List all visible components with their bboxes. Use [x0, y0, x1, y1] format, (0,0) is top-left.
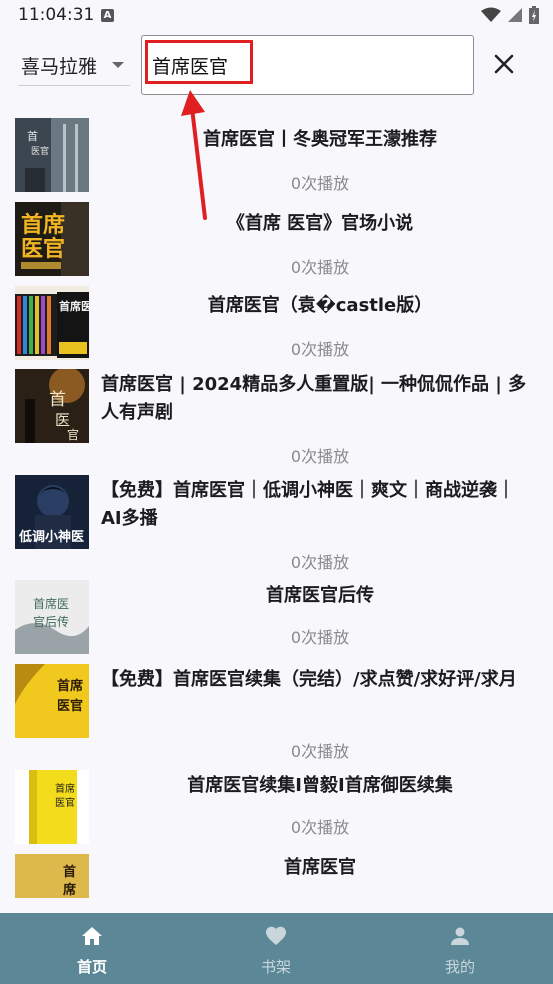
result-title: 首席医官后传	[266, 585, 374, 606]
search-header: 喜马拉雅 首席医官	[0, 30, 553, 100]
svg-text:首: 首	[27, 129, 38, 143]
svg-text:医官: 医官	[57, 698, 83, 714]
svg-text:首席: 首席	[21, 212, 65, 238]
result-title: 【免费】首席医官｜低调小神医｜爽文｜商战逆袭｜AI多播	[101, 480, 515, 529]
nav-mine[interactable]: 我的	[368, 913, 552, 984]
result-title: 《首席 医官》官场小说	[226, 213, 414, 234]
play-count: 0次播放	[290, 628, 350, 647]
book-cover-5: 低调小神医	[15, 475, 89, 549]
svg-text:医官: 医官	[31, 145, 49, 157]
nav-shelf-label: 书架	[260, 958, 291, 976]
result-title: 首席医官（袁�castle版）	[207, 295, 433, 316]
signal-icon	[508, 8, 522, 22]
svg-text:低调小神医: 低调小神医	[18, 529, 84, 545]
svg-text:首席: 首席	[55, 782, 75, 795]
svg-text:官后传: 官后传	[33, 614, 69, 629]
play-count: 0次播放	[290, 553, 350, 572]
nav-home[interactable]: 首页	[0, 913, 184, 984]
home-icon	[82, 927, 102, 945]
result-title: 【免费】首席医官续集（完结）/求点赞/求好评/求月	[101, 669, 517, 690]
close-icon[interactable]	[490, 50, 518, 78]
source-dropdown-value: 喜马拉雅	[21, 56, 98, 78]
book-cover-2: 首席 医官	[15, 202, 89, 276]
book-cover-3: 首席医官	[15, 286, 89, 360]
nav-home-label: 首页	[76, 958, 107, 976]
result-title: 首席医官 | 2024精品多人重置版| 一种侃侃作品 | 多人有声剧	[101, 374, 527, 423]
play-count: 0次播放	[290, 174, 350, 193]
search-query-text: 首席医官	[152, 56, 229, 78]
nav-shelf[interactable]: 书架	[184, 913, 368, 984]
heart-icon	[266, 926, 286, 945]
person-icon	[451, 927, 469, 945]
annotation-arrow-icon	[181, 90, 207, 220]
status-time: 11:04:31	[18, 5, 95, 25]
svg-text:席: 席	[63, 882, 76, 898]
accessibility-indicator-icon: A	[101, 9, 114, 22]
result-title: 首席医官续集I曾毅I首席御医续集	[187, 775, 453, 796]
svg-text:首席医: 首席医	[33, 596, 69, 611]
svg-text:首席医官: 首席医官	[59, 299, 89, 313]
bottom-navigation: 首页 书架 我的	[0, 913, 553, 984]
dropdown-arrow-icon	[112, 62, 124, 68]
source-dropdown[interactable]: 喜马拉雅	[18, 49, 130, 86]
play-count: 0次播放	[290, 742, 350, 761]
svg-text:首席: 首席	[57, 678, 83, 694]
book-cover-9: 首 席	[15, 854, 89, 898]
nav-mine-label: 我的	[444, 958, 475, 976]
battery-icon	[529, 6, 539, 24]
book-cover-8: 首席 医官	[15, 770, 89, 844]
result-title: 首席医官丨冬奥冠军王濛推荐	[203, 129, 437, 150]
book-cover-1: 首 医官	[15, 118, 89, 192]
result-title: 首席医官	[284, 857, 356, 878]
play-count: 0次播放	[290, 340, 350, 359]
play-count: 0次播放	[290, 258, 350, 277]
svg-text:官: 官	[67, 427, 79, 442]
play-count: 0次播放	[290, 818, 350, 837]
book-cover-4: 首 医 官	[15, 369, 89, 443]
svg-text:医: 医	[55, 411, 70, 429]
wifi-icon	[481, 7, 501, 22]
svg-text:首: 首	[49, 390, 66, 410]
status-bar: 11:04:31 A	[0, 0, 553, 30]
status-icons	[481, 6, 539, 24]
play-count: 0次播放	[290, 447, 350, 466]
svg-text:首: 首	[63, 864, 76, 880]
book-cover-7: 首席 医官	[15, 664, 89, 738]
search-input[interactable]: 首席医官	[141, 35, 474, 95]
svg-text:医官: 医官	[55, 796, 75, 809]
svg-text:医官: 医官	[21, 236, 65, 262]
book-cover-6: 首席医 官后传	[15, 580, 89, 654]
